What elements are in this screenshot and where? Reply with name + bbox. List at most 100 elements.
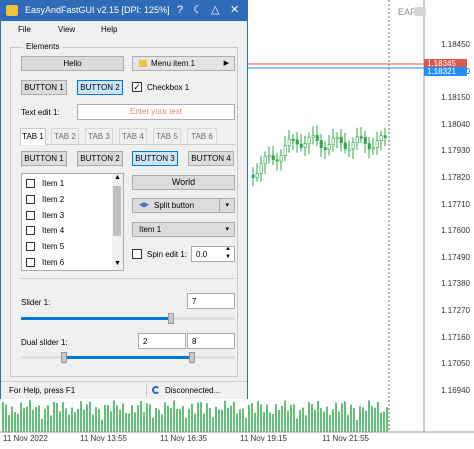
candle-body (331, 137, 335, 146)
tab-4[interactable]: TAB 4 (119, 128, 147, 144)
tab-button-4[interactable]: BUTTON 4 (188, 151, 234, 166)
button-2[interactable]: BUTTON 2 (77, 80, 123, 95)
dual-slider-low-value: 2 (143, 337, 148, 346)
dual-slider-low-thumb[interactable] (60, 352, 67, 363)
time-axis-label: 11 Nov 2022 (3, 434, 48, 443)
button-1[interactable]: BUTTON 1 (21, 80, 67, 95)
candle-body (275, 159, 279, 162)
dual-slider-label: Dual slider 1: (21, 338, 68, 347)
dual-slider-high-field[interactable]: 8 (187, 333, 235, 349)
graduation-cap-icon (139, 202, 149, 208)
tab-1[interactable]: TAB 1 (20, 128, 46, 145)
moon-icon[interactable]: ☾ (193, 4, 203, 16)
spin-down-icon[interactable]: ▼ (225, 254, 231, 260)
tab-button-1[interactable]: BUTTON 1 (21, 151, 67, 166)
help-icon[interactable]: ? (177, 4, 183, 16)
price-axis-label: 1.17490 (441, 252, 470, 262)
candle-body (319, 140, 323, 148)
tab-button-2[interactable]: BUTTON 2 (77, 151, 123, 166)
chevron-down-icon[interactable]: ▾ (225, 199, 229, 212)
candle-body (359, 136, 363, 139)
list-checkbox[interactable] (26, 179, 35, 188)
price-axis-label: 1.17270 (441, 306, 470, 315)
candle-body (279, 155, 283, 162)
status-connection: Disconnected... (165, 386, 221, 395)
candle-body (379, 135, 383, 141)
dual-slider-low-field[interactable]: 2 (138, 333, 186, 349)
menu-item-1-button[interactable]: Menu item 1 ▶ (132, 56, 235, 71)
app-icon (6, 5, 18, 16)
dual-slider-high-thumb[interactable] (189, 352, 196, 363)
candle-body (307, 136, 311, 145)
candle-body (371, 147, 375, 150)
price-axis-label: 1.17710 (441, 199, 470, 209)
list-checkbox[interactable] (26, 258, 35, 267)
slider-value-field[interactable]: 7 (187, 293, 235, 309)
candle-body (291, 138, 295, 141)
time-axis-label: 11 Nov 19:15 (240, 434, 287, 443)
menu-item-1-label: Menu item 1 (151, 59, 196, 68)
price-axis-label: 1.16940 (441, 385, 470, 395)
spin-enable-checkbox[interactable] (132, 249, 142, 259)
price-axis-label: 1.17930 (441, 146, 470, 156)
candle-body (339, 136, 343, 144)
list-checkbox[interactable] (26, 211, 35, 220)
separator (21, 278, 235, 279)
spin-edit-input[interactable]: 0.0 ▲ ▼ (191, 246, 235, 262)
candle-body (303, 143, 307, 148)
checkbox-1-label: Checkbox 1 (147, 83, 190, 92)
candle-body (255, 173, 259, 178)
text-edit-input[interactable]: Enter your text (77, 104, 235, 120)
price-axis-label: 1.17380 (441, 279, 470, 289)
menu-file[interactable]: File (18, 25, 31, 34)
list-scrollbar[interactable]: ▲ ▼ (112, 174, 123, 270)
spin-edit-value: 0.0 (196, 250, 208, 259)
slider-thumb[interactable] (167, 313, 174, 324)
candle-body (271, 155, 275, 160)
tab-6[interactable]: TAB 6 (187, 128, 217, 144)
price-axis-label: 1.18150 (441, 93, 470, 103)
tab-2[interactable]: TAB 2 (51, 128, 79, 144)
candle-body (287, 138, 291, 146)
close-icon[interactable]: ✕ (230, 4, 239, 16)
scroll-down-icon[interactable]: ▼ (114, 260, 121, 267)
loading-spinner-icon (152, 386, 160, 394)
hello-button[interactable]: Hello (21, 56, 124, 71)
list-item-label: Item 1 (42, 179, 65, 188)
scroll-up-icon[interactable]: ▲ (114, 174, 121, 181)
spin-up-icon[interactable]: ▲ (225, 246, 231, 252)
checkbox-list[interactable]: Item 1 Item 2 Item 3 Item 4 Item 5 Item … (21, 173, 124, 271)
arrow-right-icon: ▶ (223, 60, 229, 67)
list-item-label: Item 5 (42, 242, 65, 251)
title-bar[interactable]: EasyAndFastGUI v2.15 [DPI: 125%] ? ☾ △ ✕ (1, 1, 247, 21)
tab-button-3[interactable]: BUTTON 3 (132, 151, 178, 166)
status-divider (146, 383, 147, 397)
tab-5[interactable]: TAB 5 (153, 128, 181, 144)
price-axis-label: 1.17600 (441, 226, 470, 236)
menu-help[interactable]: Help (101, 25, 117, 34)
list-checkbox[interactable] (26, 242, 35, 251)
list-item-label: Item 4 (42, 226, 65, 235)
candle-body (259, 163, 263, 174)
candle-body (311, 135, 315, 138)
candle-body (323, 147, 327, 150)
dual-slider-high-value: 8 (192, 337, 197, 346)
spin-edit-label: Spin edit 1: (147, 250, 188, 259)
scroll-thumb[interactable] (113, 186, 121, 236)
menu-view[interactable]: View (58, 25, 75, 34)
price-axis-label: 1.17160 (441, 332, 470, 342)
checkbox-1[interactable]: ✓ (132, 82, 142, 92)
candle-body (383, 135, 387, 138)
text-edit-label: Text edit 1: (21, 108, 60, 117)
tab-3[interactable]: TAB 3 (85, 128, 113, 144)
list-item-label: Item 2 (42, 195, 65, 204)
combobox[interactable]: Item 1 ▾ (132, 222, 235, 237)
split-button[interactable]: Split button ▾ (132, 198, 235, 213)
candle-body (327, 144, 331, 150)
list-checkbox[interactable] (26, 226, 35, 235)
collapse-icon[interactable]: △ (211, 4, 219, 16)
ask-price-tag: 1.18321 (424, 67, 467, 76)
world-button[interactable]: World (132, 175, 235, 190)
list-checkbox[interactable] (26, 195, 35, 204)
candle-body (295, 139, 299, 145)
